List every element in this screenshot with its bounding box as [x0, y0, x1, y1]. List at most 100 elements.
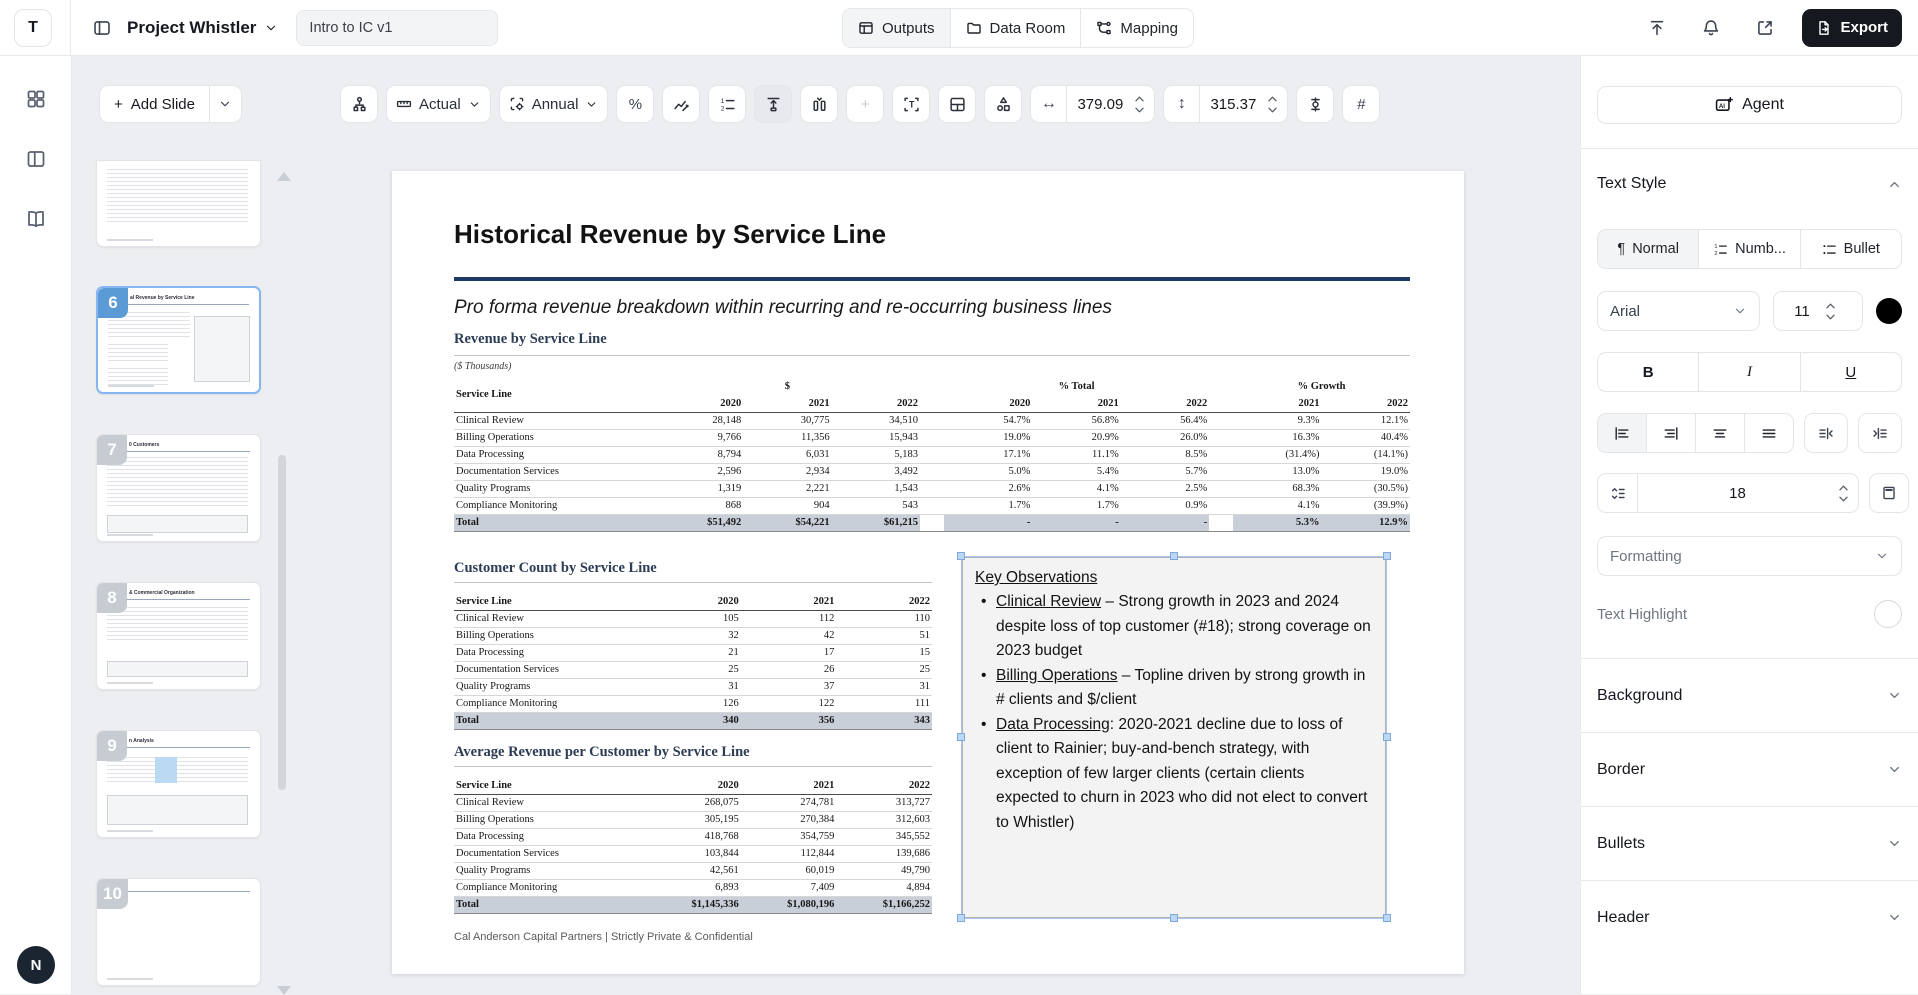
align-right-button[interactable] — [1647, 414, 1696, 452]
mode-bullet-button[interactable]: Bullet — [1801, 230, 1901, 268]
header-section-header[interactable]: Header — [1597, 881, 1902, 954]
slide-thumbnail-7[interactable]: 7 0 Customers — [96, 434, 261, 542]
notifications-button[interactable] — [1694, 11, 1728, 45]
period-dropdown[interactable]: Annual — [499, 85, 609, 123]
revenue-table-heading[interactable]: Revenue by Service Line — [454, 331, 607, 348]
align-center-button[interactable] — [1696, 414, 1745, 452]
revenue-table[interactable]: Service Line $ % Total % Growth 2020 202… — [454, 378, 1410, 532]
selection-handle[interactable] — [1383, 914, 1391, 922]
slide-thumbnail-10[interactable]: 10 — [96, 878, 261, 986]
font-family-dropdown[interactable]: Arial — [1597, 291, 1760, 331]
underline-button[interactable]: U — [1801, 353, 1901, 391]
table-row: Data Processing211715 — [454, 644, 932, 661]
text-color-swatch[interactable] — [1876, 298, 1902, 324]
selection-handle[interactable] — [957, 552, 965, 560]
sidebar-toggle-button[interactable] — [85, 11, 119, 45]
slide-subtitle[interactable]: Pro forma revenue breakdown within recur… — [454, 297, 1112, 319]
upload-button[interactable] — [1640, 11, 1674, 45]
percent-format-button[interactable]: % — [616, 85, 654, 123]
slide-canvas[interactable]: Historical Revenue by Service Line Pro f… — [392, 171, 1464, 974]
slide-title[interactable]: Historical Revenue by Service Line — [454, 219, 886, 250]
selection-handle[interactable] — [957, 733, 965, 741]
slide-thumbnail-8[interactable]: 8 & Commercial Organization — [96, 582, 261, 690]
share-window-button[interactable] — [1748, 11, 1782, 45]
border-section-header[interactable]: Border — [1597, 733, 1902, 806]
table-cell — [920, 463, 944, 480]
font-size-stepper[interactable] — [1824, 302, 1845, 321]
text-box-button[interactable]: T — [892, 85, 930, 123]
distribute-horizontal-button[interactable] — [800, 85, 838, 123]
text-padding-button[interactable] — [1869, 473, 1909, 513]
line-spacing-stepper[interactable] — [1837, 484, 1858, 503]
slides-view-button[interactable] — [19, 82, 53, 116]
align-justify-button[interactable] — [1745, 414, 1793, 452]
font-size-input[interactable] — [1780, 303, 1824, 320]
chart-edit-button[interactable] — [662, 85, 700, 123]
selection-handle[interactable] — [1383, 552, 1391, 560]
align-top-button[interactable] — [754, 85, 792, 123]
bullets-section-header[interactable]: Bullets — [1597, 807, 1902, 880]
add-slide-button[interactable]: + Add Slide — [100, 86, 209, 122]
year-header: 2021 — [1233, 395, 1321, 412]
key-observations-box[interactable]: Key Observations Clinical Review – Stron… — [962, 557, 1386, 918]
agent-button[interactable]: AI Agent — [1597, 86, 1902, 124]
selection-handle[interactable] — [957, 914, 965, 922]
numbered-list-button[interactable]: 12 — [708, 85, 746, 123]
slide-thumbnail-6[interactable]: 6 al Revenue by Service Line — [96, 286, 261, 394]
mode-numbered-button[interactable]: 12 Numb... — [1699, 230, 1800, 268]
project-switcher[interactable]: Project Whistler — [127, 18, 278, 38]
slide-thumbnail-5-partial[interactable] — [96, 160, 261, 247]
divider — [1581, 148, 1918, 149]
thumbnails-scroll-up[interactable] — [277, 172, 291, 181]
export-button[interactable]: Export — [1802, 9, 1902, 47]
selection-handle[interactable] — [1170, 914, 1178, 922]
grid-toggle-button[interactable]: # — [1342, 85, 1380, 123]
height-stepper[interactable] — [1266, 95, 1287, 114]
italic-button[interactable]: I — [1699, 353, 1800, 391]
background-section-header[interactable]: Background — [1597, 659, 1902, 732]
height-input[interactable] — [1200, 96, 1266, 113]
layout-split-button[interactable] — [938, 85, 976, 123]
thumbnail-title: al Revenue by Service Line — [130, 295, 194, 301]
key-observations-title: Key Observations — [975, 566, 1371, 590]
line-spacing-input[interactable] — [1638, 485, 1837, 502]
outdent-button[interactable] — [1804, 413, 1848, 453]
slide-footer: Cal Anderson Capital Partners | Strictly… — [454, 931, 753, 943]
customer-table-heading[interactable]: Customer Count by Service Line — [454, 560, 657, 577]
formatting-dropdown[interactable]: Formatting — [1597, 536, 1902, 576]
add-slide-menu-button[interactable] — [209, 86, 241, 122]
insert-plus-button[interactable]: + — [846, 85, 884, 123]
tab-outputs[interactable]: Outputs — [843, 9, 951, 47]
tab-data-room[interactable]: Data Room — [951, 9, 1082, 47]
text-highlight-swatch[interactable] — [1874, 600, 1902, 628]
avg-revenue-table-heading[interactable]: Average Revenue per Customer by Service … — [454, 744, 750, 761]
notes-view-button[interactable] — [19, 202, 53, 236]
app-logo[interactable]: T — [14, 9, 52, 47]
shapes-button[interactable] — [984, 85, 1022, 123]
document-title-input[interactable] — [296, 10, 498, 46]
width-stepper[interactable] — [1133, 95, 1154, 114]
tab-mapping[interactable]: Mapping — [1081, 9, 1193, 47]
table-cell: 126 — [645, 695, 741, 712]
table-cell: 4.1% — [1233, 497, 1321, 514]
align-left-button[interactable] — [1598, 414, 1647, 452]
view-mode-dropdown[interactable]: Actual — [386, 85, 491, 123]
bold-button[interactable]: B — [1598, 353, 1699, 391]
slide-thumbnail-9[interactable]: 9 n Analysis — [96, 730, 261, 838]
table-row: Billing Operations305,195270,384312,603 — [454, 811, 932, 828]
indent-button[interactable] — [1858, 413, 1902, 453]
text-style-section-header[interactable]: Text Style — [1597, 175, 1902, 193]
customer-count-table[interactable]: Service Line 2020 2021 2022 Clinical Rev… — [454, 593, 932, 730]
open-external-icon — [1756, 19, 1774, 37]
selection-handle[interactable] — [1383, 733, 1391, 741]
align-anchor-button[interactable] — [1296, 85, 1334, 123]
thumbnails-scrollbar[interactable] — [278, 455, 286, 790]
selection-handle[interactable] — [1170, 552, 1178, 560]
svg-text:1: 1 — [1714, 244, 1717, 250]
avg-revenue-table[interactable]: Service Line 2020 2021 2022 Clinical Rev… — [454, 777, 932, 914]
mode-normal-button[interactable]: ¶ Normal — [1598, 230, 1699, 268]
width-input[interactable] — [1067, 96, 1133, 113]
flow-layout-button[interactable] — [340, 85, 378, 123]
layout-view-button[interactable] — [19, 142, 53, 176]
user-avatar[interactable]: N — [17, 946, 55, 984]
